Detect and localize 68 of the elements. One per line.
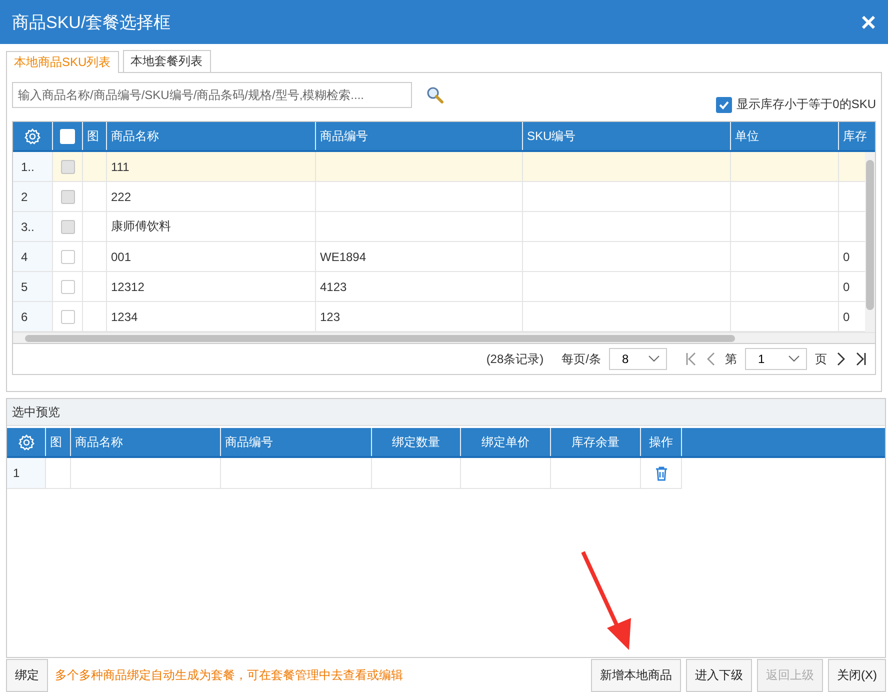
checkbox[interactable] xyxy=(60,280,74,294)
last-page-icon[interactable] xyxy=(855,352,867,366)
search-field[interactable]: 输入商品名称/商品编号/SKU编号/商品条码/规格/型号,模糊检索.... xyxy=(12,82,412,108)
column-header: 商品名称 xyxy=(71,428,221,456)
row-number: 4 xyxy=(13,242,53,271)
per-page-label: 每页/条 xyxy=(562,350,601,368)
table-cell: 1234 xyxy=(111,310,138,324)
row-number: 3.. xyxy=(13,212,53,241)
column-header: SKU编号 xyxy=(523,122,731,150)
page-suffix: 页 xyxy=(815,350,827,368)
record-count: (28条记录) xyxy=(486,350,544,368)
page-prefix: 第 xyxy=(725,350,737,368)
table-cell: 0 xyxy=(843,310,850,324)
checkbox[interactable] xyxy=(60,310,74,324)
tab[interactable]: 本地套餐列表 xyxy=(122,50,211,72)
checkbox[interactable] xyxy=(716,96,732,112)
row-number: 1 xyxy=(7,458,46,488)
row-number: 1.. xyxy=(13,152,53,181)
column-header: 单位 xyxy=(731,122,839,150)
column-header: 商品编号 xyxy=(316,122,523,150)
table-cell: 222 xyxy=(111,190,132,204)
column-header: 绑定数量 xyxy=(372,428,461,456)
table-row[interactable]: 4 001 WE1894 0 xyxy=(13,242,866,272)
horizontal-scrollbar[interactable] xyxy=(13,332,875,343)
page-select[interactable]: 1 xyxy=(745,348,807,370)
bind-button[interactable]: 绑定 xyxy=(6,658,48,692)
previous-page-icon[interactable] xyxy=(705,352,717,366)
row-number: 2 xyxy=(13,182,53,211)
table-cell: 111 xyxy=(111,160,130,174)
vertical-scrollbar[interactable] xyxy=(865,152,875,332)
column-header: 操作 xyxy=(641,428,682,456)
caret-icon xyxy=(788,355,800,363)
settings-icon[interactable] xyxy=(24,128,41,144)
column-header: 库存余量 xyxy=(551,428,641,456)
footer-button[interactable]: 新增本地商品 xyxy=(591,658,681,692)
search-icon[interactable] xyxy=(426,86,444,104)
checkmark-icon xyxy=(718,98,730,110)
table-cell: 康师傅饮料 xyxy=(111,218,171,235)
section-title: 选中预览 xyxy=(12,404,60,420)
table-cell: 0 xyxy=(843,250,850,264)
column-header: 库存 xyxy=(839,122,888,150)
table-cell: WE1894 xyxy=(320,250,366,264)
hint-text: 多个多种商品绑定自动生成为套餐，可在套餐管理中去查看或编辑 xyxy=(55,666,403,684)
table-cell: 0 xyxy=(843,280,850,294)
row-number: 6 xyxy=(13,302,53,331)
delete-icon[interactable] xyxy=(654,466,668,480)
footer-button[interactable]: 进入下级 xyxy=(686,658,752,692)
next-page-icon[interactable] xyxy=(835,352,847,366)
column-header: 图 xyxy=(46,428,71,456)
close-button[interactable]: × xyxy=(860,9,876,35)
checkbox[interactable] xyxy=(60,250,74,264)
row-number: 5 xyxy=(13,272,53,301)
table-cell: 123 xyxy=(320,310,340,324)
table-cell: 001 xyxy=(111,250,132,264)
checkbox-label: 显示库存小于等于0的SKU xyxy=(736,96,876,113)
per-page-select[interactable]: 8 xyxy=(609,348,667,370)
table-row[interactable]: 5 12312 4123 0 xyxy=(13,272,866,302)
column-header: 商品名称 xyxy=(107,122,316,150)
footer-button[interactable]: 关闭(X) xyxy=(828,658,886,692)
table-cell: 12312 xyxy=(111,280,144,294)
caret-icon xyxy=(648,355,660,363)
table-cell: 4123 xyxy=(320,280,347,294)
column-header: 绑定单价 xyxy=(461,428,551,456)
window-title: 商品SKU/套餐选择框 xyxy=(12,12,171,34)
column-header: 商品编号 xyxy=(221,428,372,456)
column-header: 图 xyxy=(83,122,107,150)
first-page-icon[interactable] xyxy=(685,352,697,366)
settings-icon[interactable] xyxy=(18,434,34,450)
